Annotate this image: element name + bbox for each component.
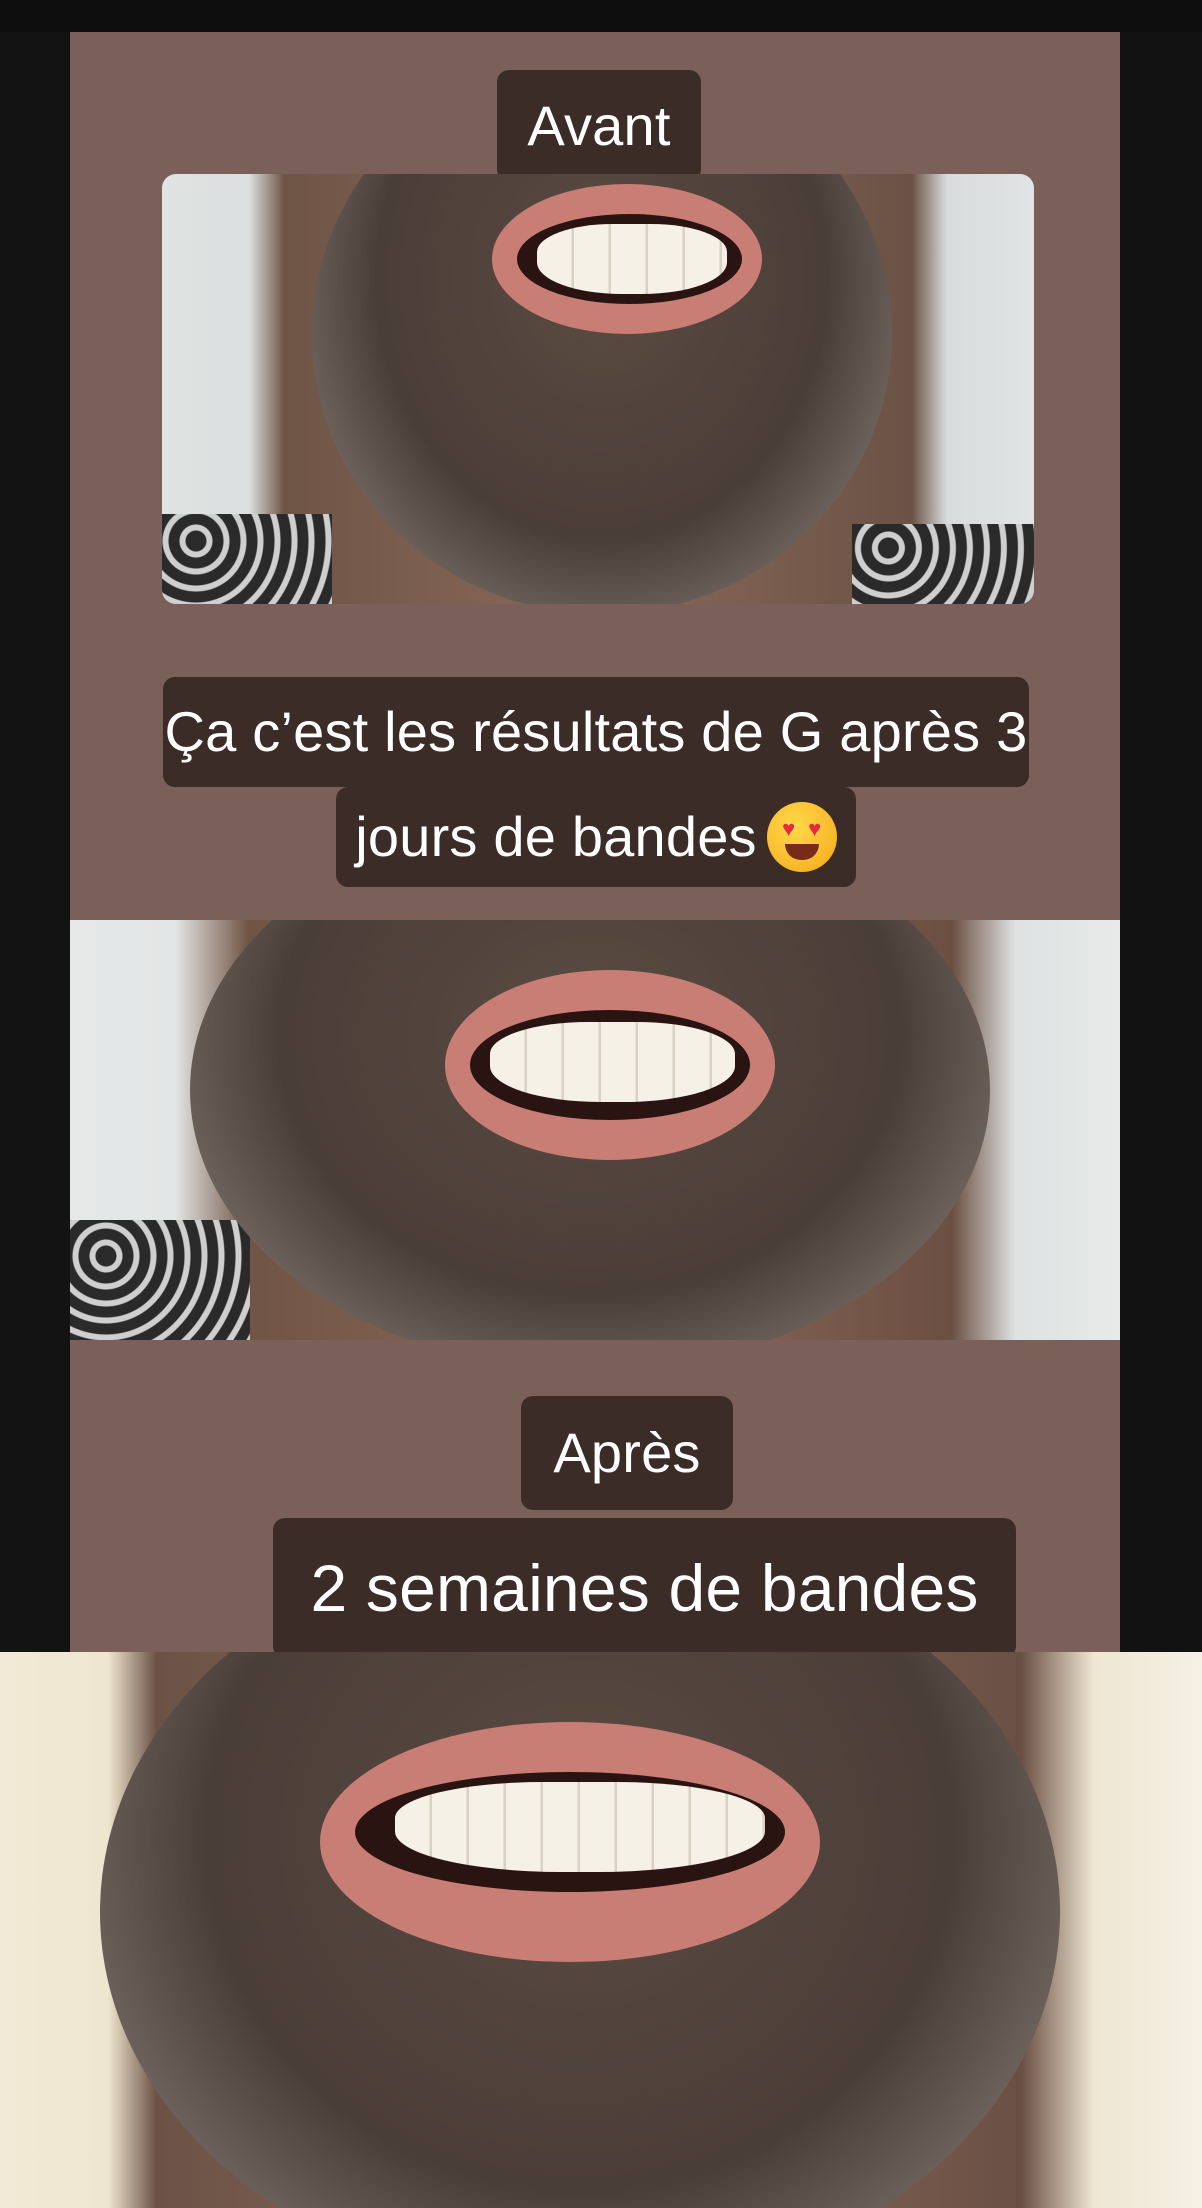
shirt-pattern [852, 524, 1034, 604]
caption-line-2: jours de bandes ♥ ♥ [336, 787, 856, 887]
shirt-pattern [70, 1220, 250, 1340]
after-2-weeks-photo [0, 1652, 1202, 2208]
shirt-pattern [162, 514, 332, 604]
teeth [395, 1782, 765, 1872]
smiling-face-with-heart-eyes-icon: ♥ ♥ [766, 802, 837, 873]
before-photo [162, 174, 1034, 604]
left-border [0, 32, 70, 1652]
right-border [1120, 32, 1202, 1652]
before-label: Avant [497, 70, 701, 181]
caption-line-1: Ça c’est les résultats de G après 3 [163, 677, 1029, 787]
after-label: Après [521, 1396, 733, 1510]
caption-line-2-text: jours de bandes [355, 805, 757, 868]
after-duration-label: 2 semaines de bandes [273, 1518, 1016, 1658]
teeth [537, 224, 727, 294]
teeth [490, 1022, 735, 1102]
after-3-days-photo [70, 920, 1120, 1340]
